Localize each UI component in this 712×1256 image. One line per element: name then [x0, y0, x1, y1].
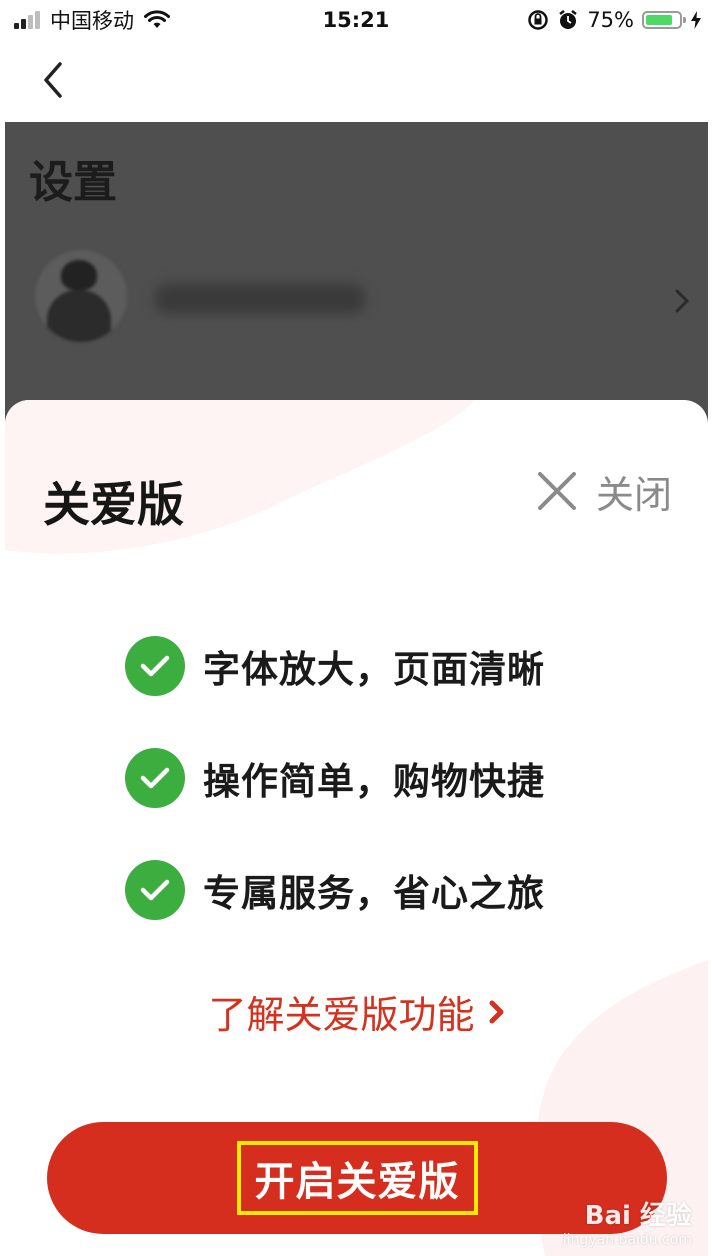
avatar[interactable] — [35, 250, 127, 342]
feature-item: 操作简单，购物快捷 — [125, 748, 545, 808]
feature-text: 专属服务，省心之旅 — [203, 872, 545, 915]
back-button[interactable] — [36, 60, 72, 100]
care-mode-sheet: 关爱版 关闭 字体放大，页面清晰 操作简单，购物快捷 专属服务，省心之旅 了解关… — [5, 400, 708, 1256]
check-circle-icon — [125, 860, 185, 920]
alarm-icon — [559, 10, 578, 29]
check-circle-icon — [125, 748, 185, 808]
watermark-url: jingyan.baidu.com — [562, 1232, 692, 1248]
rotation-lock-icon — [528, 10, 549, 30]
learn-more-link[interactable]: 了解关爱版功能 — [208, 984, 504, 1039]
chevron-left-icon — [44, 62, 62, 98]
battery-percent: 75% — [587, 8, 634, 32]
close-icon — [537, 472, 576, 510]
sheet-title: 关爱版 — [43, 478, 184, 533]
chevron-right-icon[interactable] — [674, 288, 690, 314]
check-circle-icon — [125, 636, 185, 696]
learn-more-row: 了解关爱版功能 — [5, 984, 708, 1039]
close-button[interactable]: 关闭 — [536, 466, 672, 517]
status-bar: 中国移动 15:21 75% — [0, 0, 712, 40]
feature-text: 操作简单，购物快捷 — [203, 760, 545, 803]
learn-more-label: 了解关爱版功能 — [208, 993, 475, 1037]
feature-item: 专属服务，省心之旅 — [125, 860, 545, 920]
feature-list: 字体放大，页面清晰 操作简单，购物快捷 专属服务，省心之旅 — [125, 636, 545, 972]
charging-icon — [691, 11, 701, 29]
baidu-jingyan-watermark: Bai 经验 jingyan.baidu.com — [563, 1195, 692, 1248]
close-label: 关闭 — [595, 472, 672, 517]
feature-text: 字体放大，页面清晰 — [203, 648, 545, 691]
username-blurred — [155, 284, 365, 314]
page-title: 设置 — [29, 157, 117, 208]
nav-bar — [0, 40, 712, 122]
battery-icon — [642, 11, 686, 29]
feature-item: 字体放大，页面清晰 — [125, 636, 545, 696]
chevron-right-icon — [489, 1000, 503, 1023]
watermark-text: Bai 经验 — [584, 1201, 692, 1231]
enable-button-label: 开启关爱版 — [236, 1141, 478, 1215]
